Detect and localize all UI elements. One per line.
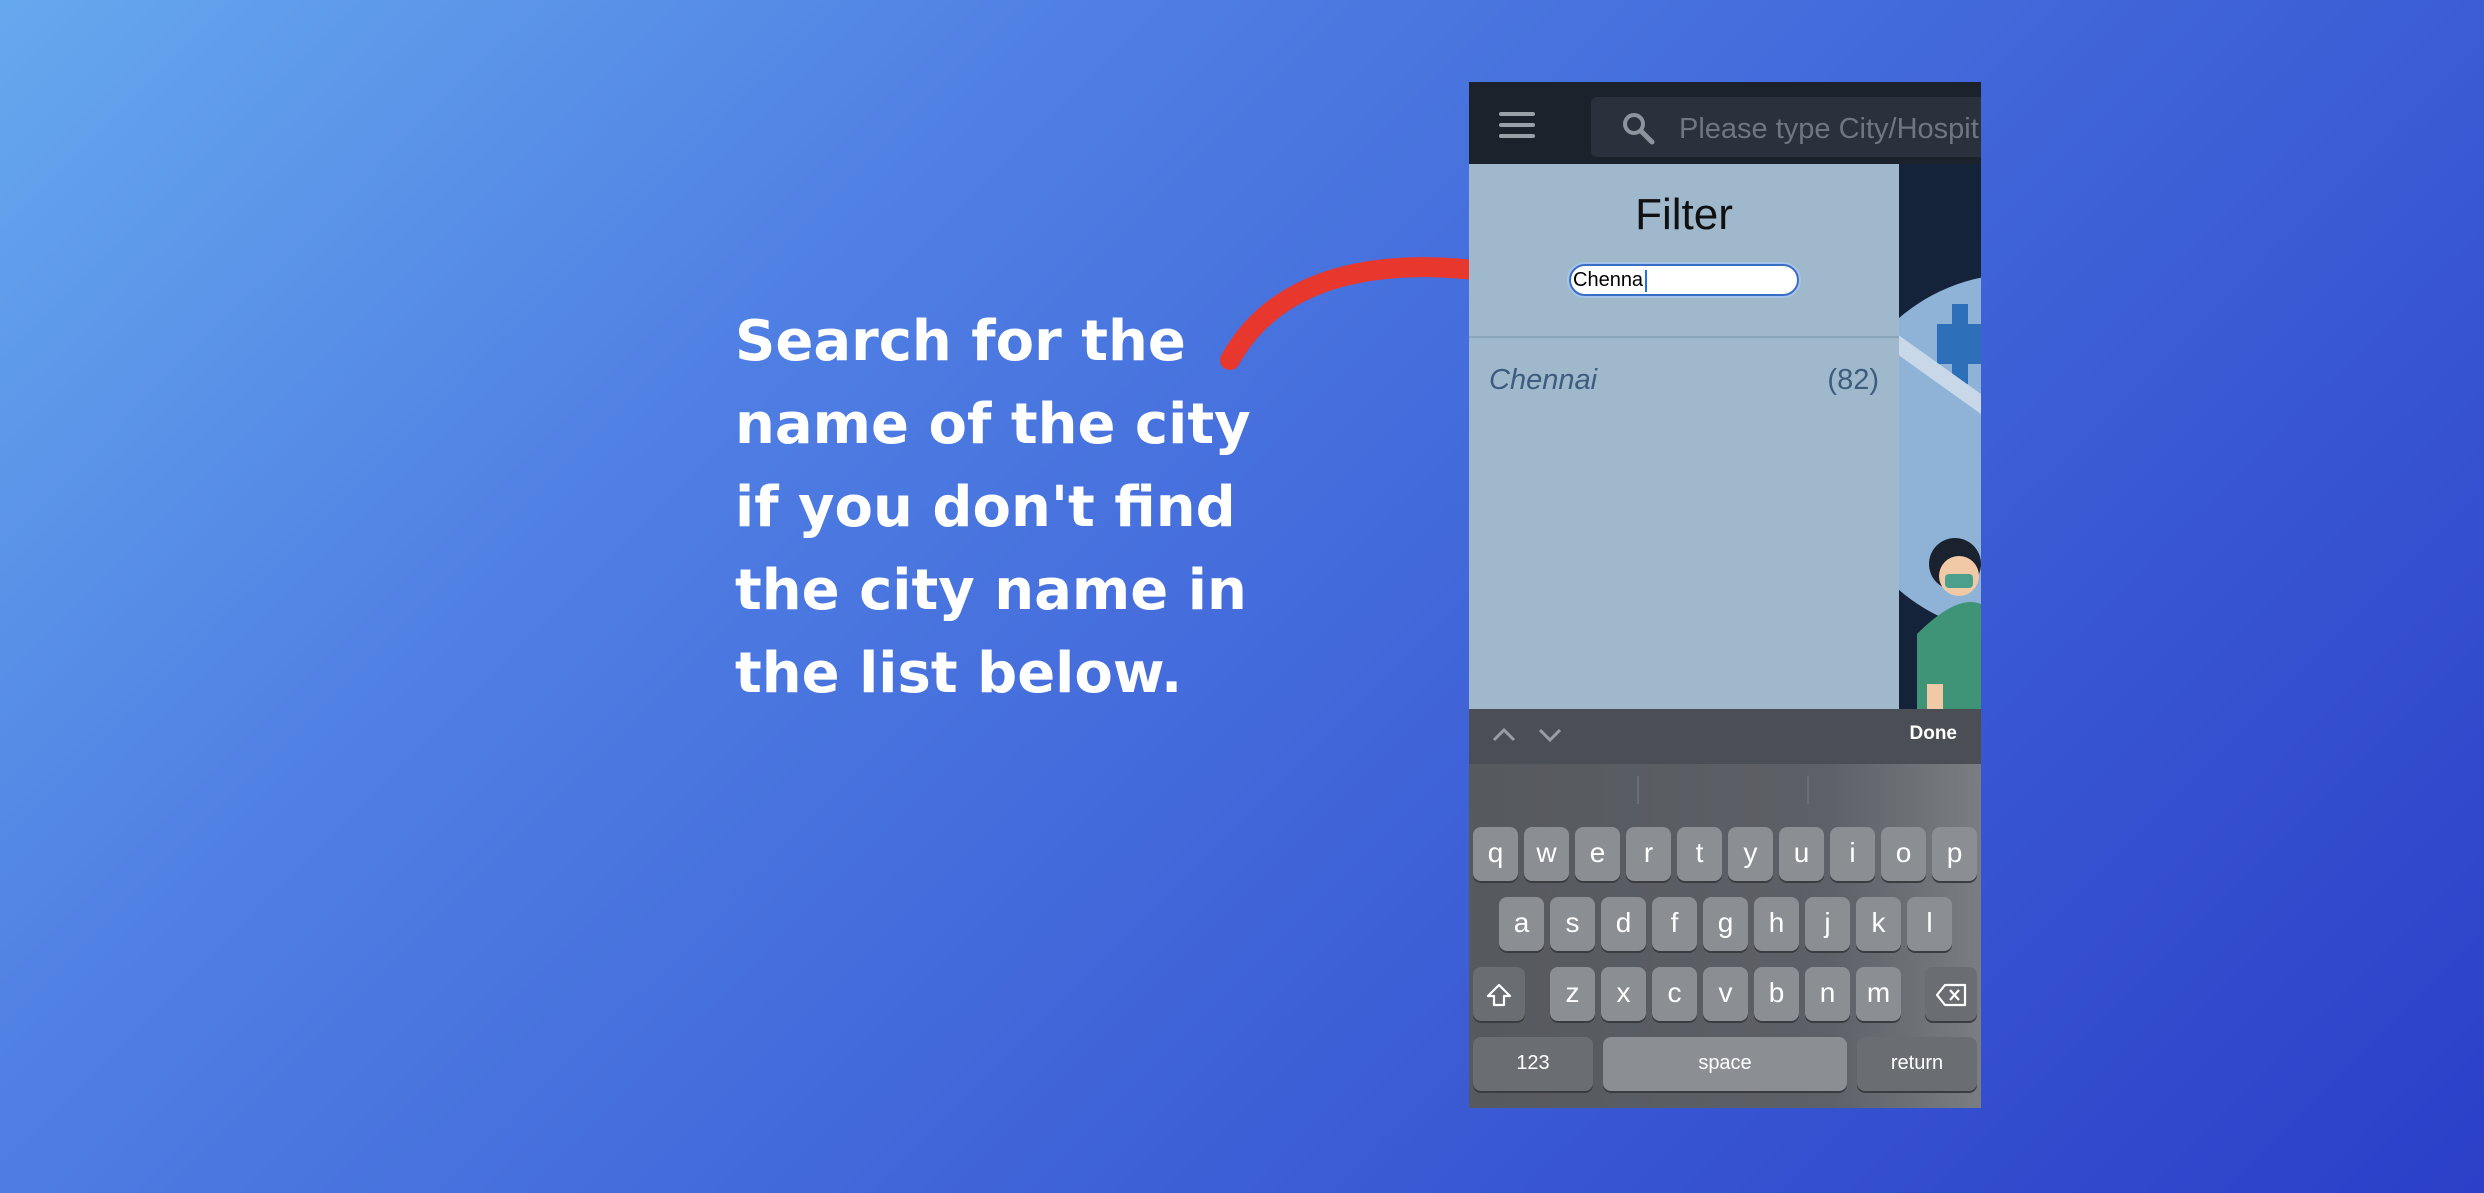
key-y[interactable]: y <box>1728 827 1773 881</box>
shift-icon <box>1486 983 1512 1006</box>
arrow-down-icon[interactable] <box>1537 725 1563 745</box>
keyboard-accessory-bar: Done <box>1469 709 1981 764</box>
instruction-line: the list below. <box>735 641 1183 706</box>
search-icon <box>1623 113 1655 145</box>
key-i[interactable]: i <box>1830 827 1875 881</box>
key-f[interactable]: f <box>1652 897 1697 951</box>
menu-icon[interactable] <box>1499 112 1535 140</box>
app-header: Please type City/Hospit <box>1469 82 1981 164</box>
result-count: (82) <box>1827 364 1879 396</box>
key-h[interactable]: h <box>1754 897 1799 951</box>
key-o[interactable]: o <box>1881 827 1926 881</box>
done-button[interactable]: Done <box>1910 723 1958 745</box>
key-k[interactable]: k <box>1856 897 1901 951</box>
result-city-name: Chennai <box>1489 364 1598 396</box>
key-v[interactable]: v <box>1703 967 1748 1021</box>
key-r[interactable]: r <box>1626 827 1671 881</box>
return-key[interactable]: return <box>1857 1037 1977 1091</box>
key-n[interactable]: n <box>1805 967 1850 1021</box>
filter-panel: Filter Chenna Chennai (82) <box>1469 164 1899 709</box>
key-t[interactable]: t <box>1677 827 1722 881</box>
key-c[interactable]: c <box>1652 967 1697 1021</box>
key-b[interactable]: b <box>1754 967 1799 1021</box>
key-u[interactable]: u <box>1779 827 1824 881</box>
suggestion-separator <box>1807 776 1809 804</box>
key-q[interactable]: q <box>1473 827 1518 881</box>
key-p[interactable]: p <box>1932 827 1977 881</box>
filter-search-input[interactable]: Chenna <box>1569 264 1799 296</box>
key-g[interactable]: g <box>1703 897 1748 951</box>
phone-screenshot: Please type City/Hospit Filter Chenna Ch… <box>1469 82 1981 1108</box>
key-d[interactable]: d <box>1601 897 1646 951</box>
key-s[interactable]: s <box>1550 897 1595 951</box>
list-item[interactable]: Chennai (82) <box>1489 360 1879 404</box>
backspace-key[interactable] <box>1925 967 1977 1021</box>
text-cursor <box>1645 269 1648 292</box>
filter-title: Filter <box>1635 190 1733 239</box>
key-l[interactable]: l <box>1907 897 1952 951</box>
background-illustration <box>1897 164 1981 709</box>
key-e[interactable]: e <box>1575 827 1620 881</box>
numbers-key[interactable]: 123 <box>1473 1037 1593 1091</box>
search-bar[interactable]: Please type City/Hospit <box>1591 97 1981 157</box>
on-screen-keyboard: q w e r t y u i o p a s d f g h j k l z … <box>1469 764 1981 1108</box>
instruction-line: name of the city <box>735 392 1251 457</box>
instruction-line: if you don't find <box>735 475 1236 540</box>
backspace-icon <box>1935 983 1967 1006</box>
key-x[interactable]: x <box>1601 967 1646 1021</box>
filter-input-value: Chenna <box>1573 269 1644 291</box>
search-placeholder: Please type City/Hospit <box>1679 113 1979 145</box>
key-a[interactable]: a <box>1499 897 1544 951</box>
suggestion-separator <box>1637 776 1639 804</box>
illustration-graphic <box>1897 164 1981 709</box>
key-z[interactable]: z <box>1550 967 1595 1021</box>
instruction-line: the city name in <box>735 558 1247 623</box>
key-w[interactable]: w <box>1524 827 1569 881</box>
space-key[interactable]: space <box>1603 1037 1847 1091</box>
arrow-up-icon[interactable] <box>1491 725 1517 745</box>
shift-key[interactable] <box>1473 967 1525 1021</box>
divider <box>1469 336 1899 338</box>
key-j[interactable]: j <box>1805 897 1850 951</box>
key-m[interactable]: m <box>1856 967 1901 1021</box>
